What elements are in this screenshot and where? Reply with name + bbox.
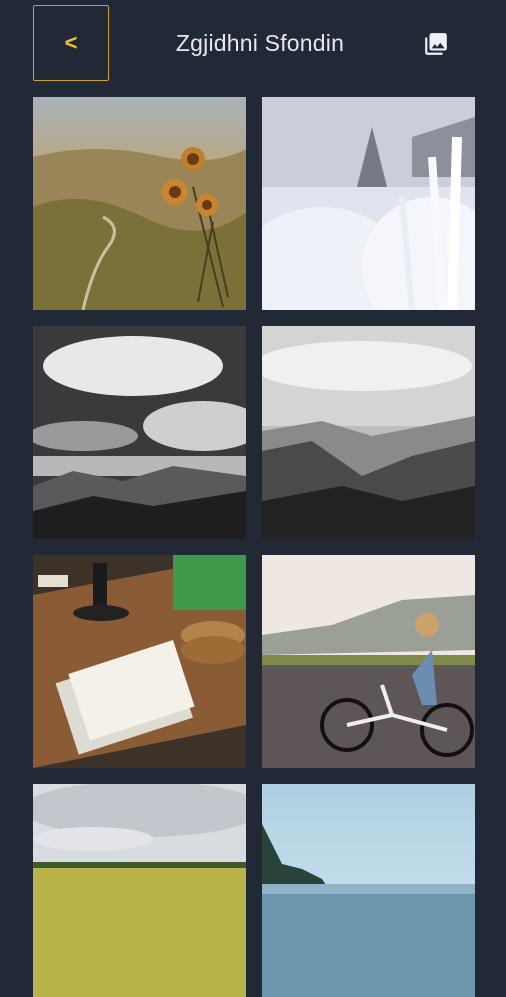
wallpaper-tile-green-field-sky[interactable] <box>33 784 246 997</box>
page-title: Zgjidhni Sfondin <box>175 30 345 56</box>
wallpaper-tile-frosted-plants-cabin[interactable] <box>262 97 475 310</box>
wallpaper-tile-girl-riding-bicycle[interactable] <box>262 555 475 768</box>
back-arrow-icon: < <box>64 30 78 55</box>
back-button[interactable]: < <box>33 5 109 81</box>
wallpaper-tile-black-white-clouds-mountains[interactable] <box>33 326 246 539</box>
top-bar: < Zgjidhni Sfondin <box>0 0 506 90</box>
wallpaper-tile-dry-flowers-valley[interactable] <box>33 97 246 310</box>
image-gallery-icon <box>425 33 447 55</box>
wallpaper-tile-black-white-forest-hills[interactable] <box>262 326 475 539</box>
gallery-button[interactable] <box>418 26 454 62</box>
wallpaper-tile-desk-notebook-coasters[interactable] <box>33 555 246 768</box>
wallpaper-tile-lake-trees-sky[interactable] <box>262 784 475 997</box>
